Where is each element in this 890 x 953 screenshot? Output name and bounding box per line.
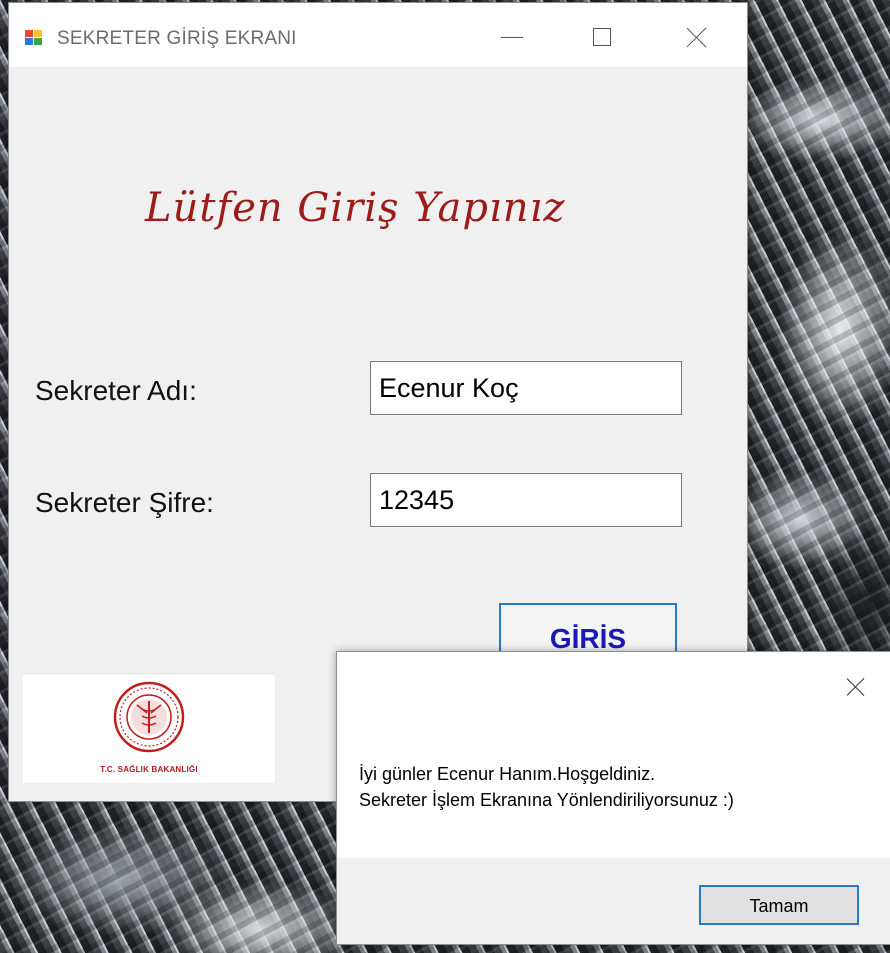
minimize-icon [501, 36, 523, 38]
maximize-button[interactable] [574, 17, 630, 57]
minimize-button[interactable] [484, 17, 540, 57]
message-dialog: İyi günler Ecenur Hanım.Hoşgeldiniz. Sek… [336, 651, 890, 945]
maximize-icon [593, 28, 611, 46]
close-button[interactable] [669, 17, 725, 57]
close-icon [846, 677, 866, 697]
close-icon [686, 26, 708, 48]
password-label: Sekreter Şifre: [35, 487, 214, 518]
dialog-message-line-2: Sekreter İşlem Ekranına Yönlendiriliyors… [359, 790, 734, 810]
ministry-logo: T.C. SAĞLIK BAKANLIĞI [23, 675, 275, 783]
dialog-footer: Tamam [337, 858, 890, 944]
logo-caption: T.C. SAĞLIK BAKANLIĞI [100, 765, 198, 774]
dialog-close-button[interactable] [841, 672, 871, 702]
dialog-message-line-1: İyi günler Ecenur Hanım.Hoşgeldiniz. [359, 764, 656, 784]
name-label: Sekreter Adı: [35, 375, 197, 406]
title-bar[interactable]: SEKRETER GİRİŞ EKRANI [9, 3, 747, 67]
login-heading: Lütfen Giriş Yapınız [145, 185, 566, 231]
password-input[interactable] [370, 473, 682, 527]
ok-button[interactable]: Tamam [699, 885, 859, 925]
app-icon [25, 30, 43, 46]
window-title: SEKRETER GİRİŞ EKRANI [57, 28, 297, 49]
name-input[interactable] [370, 361, 682, 415]
